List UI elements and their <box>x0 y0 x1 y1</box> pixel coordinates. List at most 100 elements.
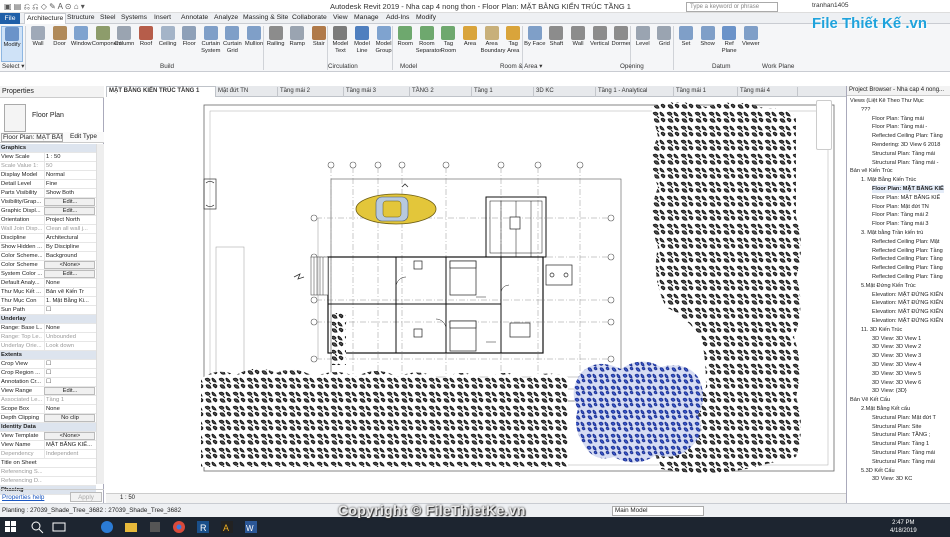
ribbon-tab-systems[interactable]: Systems <box>121 14 147 21</box>
tool-floor-button[interactable]: Floor <box>178 26 200 48</box>
browser-view-item[interactable]: Structural Plan: Tầng mái <box>872 150 935 158</box>
ribbon-tab-manage[interactable]: Manage <box>354 14 379 21</box>
property-value[interactable]: Normal <box>44 171 95 179</box>
browser-view-item[interactable]: Structural Plan: Tầng 1 <box>872 440 929 448</box>
browser-folder[interactable]: ??? <box>861 106 870 114</box>
properties-help-link[interactable]: Properties help <box>2 494 44 501</box>
tool-room-separator-button[interactable]: Room Separator <box>416 26 441 54</box>
tool-area-boundary-button[interactable]: Area Boundary <box>481 26 505 54</box>
property-value[interactable]: None <box>44 324 95 332</box>
tool-railing-button[interactable]: Railing <box>265 26 287 48</box>
browser-view-item[interactable]: Elevation: MẶT ĐỨNG KIẾN <box>872 291 943 299</box>
tool-ceiling-button[interactable]: Ceiling <box>157 26 179 48</box>
browser-folder[interactable]: Views (Liệt Kê Theo Thư Mục <box>850 97 924 105</box>
view-tab[interactable]: Tầng mái 1 <box>674 87 738 97</box>
browser-view-item[interactable]: 3D View: 3D KC <box>872 475 912 483</box>
browser-folder[interactable]: 3. Mặt bằng Trần kiến trú <box>861 229 923 237</box>
tool-tag-room-button[interactable]: Tag Room <box>437 26 459 54</box>
view-tab[interactable]: Tầng 1 <box>472 87 534 97</box>
view-tab[interactable]: Tầng mái 4 <box>738 87 798 97</box>
property-value[interactable]: None <box>44 279 95 287</box>
tool-room-button[interactable]: Room <box>394 26 416 48</box>
quick-access-toolbar[interactable]: ▣ ▤ ⎌ ⎌ ◇ ✎ A ⊙ ⌂ ▾ <box>4 2 85 12</box>
tool-area-button[interactable]: Area <box>459 26 481 48</box>
browser-view-item[interactable]: 3D View: 3D View 2 <box>872 343 921 351</box>
ribbon-panel-label[interactable]: Select ▾ <box>2 63 24 70</box>
property-group[interactable]: Underlay <box>0 315 96 324</box>
view-tab[interactable]: Tầng 1 - Analytical <box>596 87 674 97</box>
system-clock[interactable]: 2:47 PM 4/18/2019 <box>890 519 917 535</box>
property-edit-button[interactable]: No clip <box>44 414 95 422</box>
property-edit-button[interactable]: Edit... <box>44 270 95 278</box>
ribbon-tab-modify[interactable]: Modify <box>416 14 436 21</box>
property-value[interactable]: Bản vẽ Kiến Tr <box>44 288 95 296</box>
ribbon-tab-collaborate[interactable]: Collaborate <box>292 14 327 21</box>
browser-view-item[interactable]: 3D View: 3D View 1 <box>872 335 921 343</box>
tool-level-button[interactable]: Level <box>632 26 654 48</box>
browser-view-item[interactable]: 3D View: {3D} <box>872 387 907 395</box>
browser-folder[interactable]: 11. 3D Kiến Trúc <box>861 326 902 334</box>
property-value[interactable]: Background <box>44 252 95 260</box>
property-group[interactable]: Identity Data <box>0 423 96 432</box>
browser-view-item[interactable]: Floor Plan: Tầng mái 3 <box>872 220 928 228</box>
view-tab[interactable]: MẶT BẰNG KIẾN TRÚC TẦNG 1 <box>106 86 216 97</box>
view-tab[interactable]: Tầng mái 3 <box>344 87 410 97</box>
property-edit-button[interactable]: Edit... <box>44 207 95 215</box>
windows-start-icon[interactable] <box>4 520 18 534</box>
view-tab[interactable]: 3D KC <box>534 87 596 97</box>
browser-view-item[interactable]: Elevation: MẶT ĐỨNG KIẾN <box>872 317 943 325</box>
browser-view-item[interactable]: Structural Plan: Site <box>872 423 921 431</box>
browser-folder[interactable]: 5.3D Kết Cấu <box>861 467 895 475</box>
archicad-icon[interactable]: A <box>220 520 234 534</box>
browser-view-item[interactable]: Structural Plan: Tầng mái <box>872 449 935 457</box>
property-value[interactable]: Project North <box>44 216 95 224</box>
browser-view-item[interactable]: Floor Plan: Tầng mái <box>872 115 924 123</box>
ribbon-tab-steel[interactable]: Steel <box>100 14 116 21</box>
drawing-area[interactable] <box>106 97 846 493</box>
tool-curtain-grid-button[interactable]: Curtain Grid <box>221 26 243 54</box>
view-scale[interactable]: 1 : 50 <box>120 495 135 501</box>
property-value[interactable]: ☐ <box>44 306 95 314</box>
word-icon[interactable]: W <box>244 520 258 534</box>
tool-shaft-button[interactable]: Shaft <box>545 26 567 48</box>
browser-view-item[interactable]: Elevation: MẶT ĐỨNG KIẾN <box>872 299 943 307</box>
edge-browser-icon[interactable] <box>100 520 114 534</box>
browser-view-item[interactable]: Rendering: 3D View 6 2018 <box>872 141 940 149</box>
tool-show-button[interactable]: Show <box>697 26 719 48</box>
browser-view-item[interactable]: Structural Plan: Tầng mái - <box>872 159 938 167</box>
browser-view-item[interactable]: Structural Plan: Mặt đứt T <box>872 414 936 422</box>
tool-wall-button[interactable]: Wall <box>567 26 589 48</box>
ribbon-tab-analyze[interactable]: Analyze <box>214 14 238 21</box>
task-view-icon[interactable] <box>52 520 66 534</box>
browser-folder[interactable]: 2.Mặt Bằng Kết cấu <box>861 405 910 413</box>
browser-view-item[interactable]: Reflected Ceiling Plan: Tầng <box>872 264 943 272</box>
property-edit-button[interactable]: <None> <box>44 432 95 440</box>
tool-column-button[interactable]: Column <box>113 26 135 48</box>
property-edit-button[interactable]: <None> <box>44 261 95 269</box>
search-input[interactable]: Type a keyword or phrase <box>686 2 778 12</box>
ribbon-panel-label[interactable]: Model <box>400 63 417 70</box>
tool-roof-button[interactable]: Roof <box>135 26 157 48</box>
browser-folder[interactable]: Bản vẽ Kiến Trúc <box>850 167 893 175</box>
property-edit-button[interactable]: Edit... <box>44 387 95 395</box>
browser-view-item[interactable]: Floor Plan: MẶT BẰNG KIẾ <box>872 194 940 202</box>
browser-view-item[interactable]: Reflected Ceiling Plan: Tầng <box>872 247 943 255</box>
tool-modify-button[interactable]: Modify <box>1 26 23 62</box>
property-value[interactable]: 1 : 50 <box>44 153 95 161</box>
ribbon-tab-insert[interactable]: Insert <box>154 14 171 21</box>
browser-view-item[interactable]: 3D View: 3D View 3 <box>872 352 921 360</box>
browser-view-item[interactable]: Reflected Ceiling Plan: Tầng <box>872 273 943 281</box>
floor-plan-drawing[interactable] <box>106 97 846 493</box>
file-explorer-icon[interactable] <box>124 520 138 534</box>
ribbon-panel-label[interactable]: Build <box>160 63 174 70</box>
chrome-icon[interactable] <box>172 520 186 534</box>
edit-type-button[interactable]: Edit Type <box>70 133 97 141</box>
browser-view-item[interactable]: 3D View: 3D View 6 <box>872 379 921 387</box>
browser-view-item[interactable]: Floor Plan: MẶT BẰNG KIẾ <box>872 185 944 193</box>
browser-folder[interactable]: Bản Vẽ Kết Cấu <box>850 396 890 404</box>
browser-view-item[interactable]: Structural Plan: Tầng mái <box>872 458 935 466</box>
property-group[interactable]: Graphics <box>0 144 96 153</box>
property-value[interactable]: ☐ <box>44 369 95 377</box>
navigation-bar[interactable] <box>816 100 832 150</box>
tool-model-line-button[interactable]: Model Line <box>351 26 373 54</box>
